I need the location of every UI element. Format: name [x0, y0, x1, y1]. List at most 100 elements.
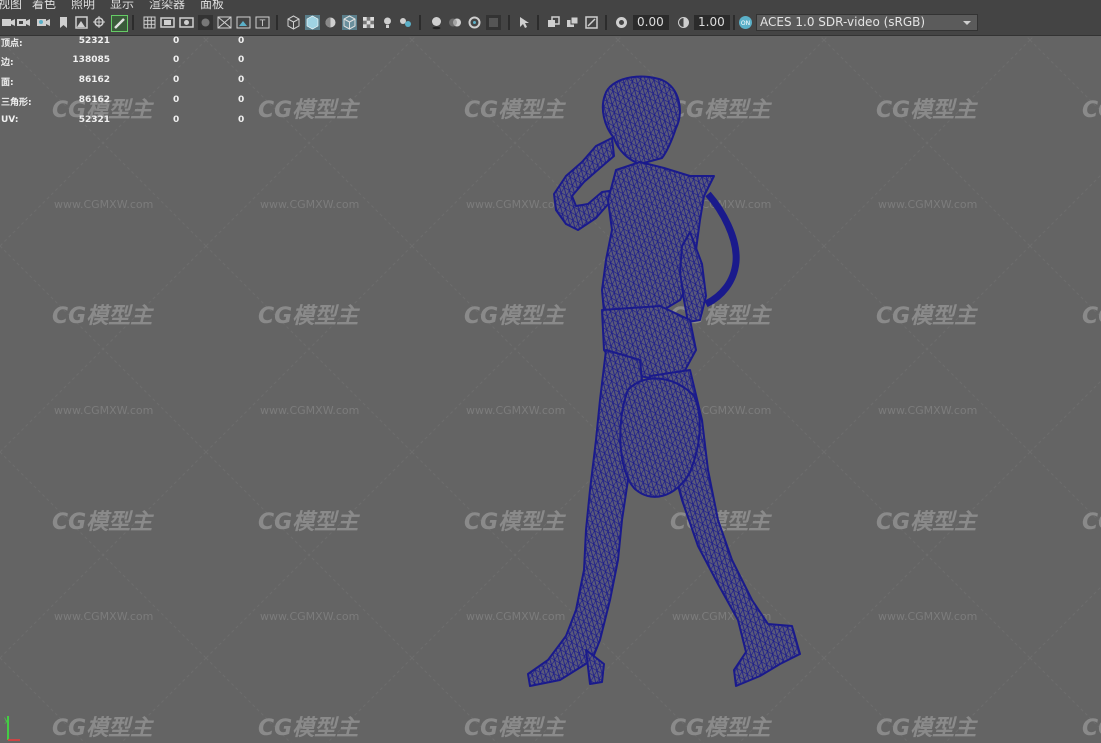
frame-selected-icon[interactable] [584, 15, 599, 30]
watermark-logo: CG模型主 [258, 98, 360, 123]
safe-title-icon[interactable]: T [255, 15, 270, 30]
hud-value: 138085 [72, 55, 110, 65]
exposure-icon[interactable] [614, 15, 629, 30]
smooth-shade-icon[interactable] [305, 15, 320, 30]
gate-mask-icon[interactable] [198, 15, 213, 30]
menu-lighting[interactable]: 照明 [71, 0, 95, 10]
watermark-logo: CG模型主 [876, 716, 978, 741]
camera-select-icon[interactable] [1, 15, 16, 30]
color-space-dropdown[interactable]: ACES 1.0 SDR-video (sRGB) [756, 14, 978, 31]
default-material-icon[interactable] [323, 15, 338, 30]
watermark-logo: CG模型主 [876, 304, 978, 329]
hud-row-uvs: UV: 52321 0 0 [0, 115, 250, 135]
pan-zoom-icon[interactable] [92, 15, 107, 30]
resolution-gate-icon[interactable] [179, 15, 194, 30]
watermark-url: www.CGMXW.com [466, 404, 565, 417]
watermark-logo: CG模型主 [464, 98, 566, 123]
watermark-logo: CG模型主 [1082, 304, 1101, 329]
motion-blur-icon[interactable] [448, 15, 463, 30]
film-gate-icon[interactable] [160, 15, 175, 30]
watermark-grid [0, 36, 1101, 743]
watermark-logo: CG模型主 [876, 510, 978, 535]
watermark-logo: CG模型主 [464, 510, 566, 535]
poly-count-hud: 顶点: 52321 0 0 边: 138085 0 0 面: 86162 0 0… [0, 36, 250, 126]
camera-lock-icon[interactable] [36, 15, 51, 30]
hud-value: 0 [238, 115, 245, 125]
menu-view[interactable]: 视图 [0, 0, 22, 10]
watermark-logo: CG模型主 [52, 304, 154, 329]
hud-value: 0 [173, 115, 180, 125]
watermark-logo: CG模型主 [1082, 510, 1101, 535]
panel-toolbar: T 0.00 1.00 ON ACES 1.0 SDR-video (sRGB) [0, 10, 1101, 36]
hud-value: 86162 [78, 75, 110, 85]
watermark-logo: CG模型主 [52, 510, 154, 535]
chevron-down-icon[interactable] [958, 15, 976, 30]
menu-renderer[interactable]: 渲染器 [149, 0, 185, 10]
color-space-label: ACES 1.0 SDR-video (sRGB) [760, 15, 926, 29]
watermark-logo: CG模型主 [258, 510, 360, 535]
watermark-logo: CG模型主 [1082, 716, 1101, 741]
ambient-occlusion-icon[interactable] [429, 15, 444, 30]
watermark-logo: CG模型主 [670, 716, 772, 741]
watermark-url: www.CGMXW.com [260, 404, 359, 417]
watermark-url: www.CGMXW.com [466, 198, 565, 211]
menu-panels[interactable]: 面板 [200, 0, 224, 10]
watermark-url: www.CGMXW.com [878, 198, 977, 211]
toolbar-separator [276, 15, 278, 30]
wireframe-on-shaded-icon[interactable] [342, 15, 357, 30]
xray-icon[interactable] [361, 15, 376, 30]
isolate-select-icon[interactable] [517, 15, 532, 30]
bookmark-icon[interactable] [56, 15, 71, 30]
watermark-url: www.CGMXW.com [878, 610, 977, 623]
backface-culling-icon[interactable] [565, 15, 580, 30]
gamma-field[interactable]: 1.00 [694, 15, 730, 30]
hud-row-edges: 边: 138085 0 0 [0, 55, 250, 75]
xray-joints-icon[interactable] [546, 15, 561, 30]
menu-show[interactable]: 显示 [110, 0, 134, 10]
exposure-field[interactable]: 0.00 [633, 15, 669, 30]
lights-icon[interactable] [380, 15, 395, 30]
watermark-logo: CG模型主 [670, 98, 772, 123]
watermark-logo: CG模型主 [464, 304, 566, 329]
antialiasing-icon[interactable] [467, 15, 482, 30]
safe-action-icon[interactable] [236, 15, 251, 30]
toolbar-separator [508, 15, 510, 30]
hud-value: 52321 [78, 115, 110, 125]
watermark-logo: CG模型主 [876, 98, 978, 123]
watermark-url: www.CGMXW.com [54, 404, 153, 417]
image-plane-icon[interactable] [74, 15, 89, 30]
watermark-logo: CG模型主 [464, 716, 566, 741]
watermark-url: www.CGMXW.com [54, 610, 153, 623]
viewport-3d[interactable]: CG模型主 CG模型主 CG模型主 CG模型主 CG模型主 CG模型主 CG模型… [0, 36, 1101, 743]
hud-value: 0 [238, 55, 245, 65]
depth-of-field-icon[interactable] [486, 15, 501, 30]
toolbar-separator [419, 15, 421, 30]
wireframe-icon[interactable] [286, 15, 301, 30]
hud-value: 52321 [78, 36, 110, 46]
color-management-icon[interactable]: ON [738, 15, 753, 30]
svg-text:y: y [4, 715, 9, 724]
watermark-logo: CG模型主 [258, 304, 360, 329]
hud-value: 0 [173, 75, 180, 85]
svg-text:ON: ON [741, 20, 750, 27]
hud-value: 0 [238, 95, 245, 105]
shadows-icon[interactable] [398, 15, 413, 30]
panel-menu-bar: 视图 着色 照明 显示 渲染器 面板 [0, 0, 1101, 10]
watermark-url: www.CGMXW.com [878, 404, 977, 417]
watermark-logo: CG模型主 [258, 716, 360, 741]
hud-row-triangles: 三角形: 86162 0 0 [0, 95, 250, 115]
hud-value: 0 [173, 55, 180, 65]
camera-attributes-icon[interactable] [16, 15, 31, 30]
hud-value: 0 [238, 36, 245, 46]
toolbar-separator [733, 15, 735, 30]
hud-value: 86162 [78, 95, 110, 105]
toolbar-separator [132, 15, 134, 30]
grid-icon[interactable] [142, 15, 157, 30]
watermark-url: www.CGMXW.com [260, 198, 359, 211]
field-chart-icon[interactable] [217, 15, 232, 30]
gamma-icon[interactable] [676, 15, 691, 30]
toolbar-separator [605, 15, 607, 30]
grease-pencil-icon[interactable] [111, 15, 128, 32]
menu-shading[interactable]: 着色 [32, 0, 56, 10]
toolbar-separator [537, 15, 539, 30]
